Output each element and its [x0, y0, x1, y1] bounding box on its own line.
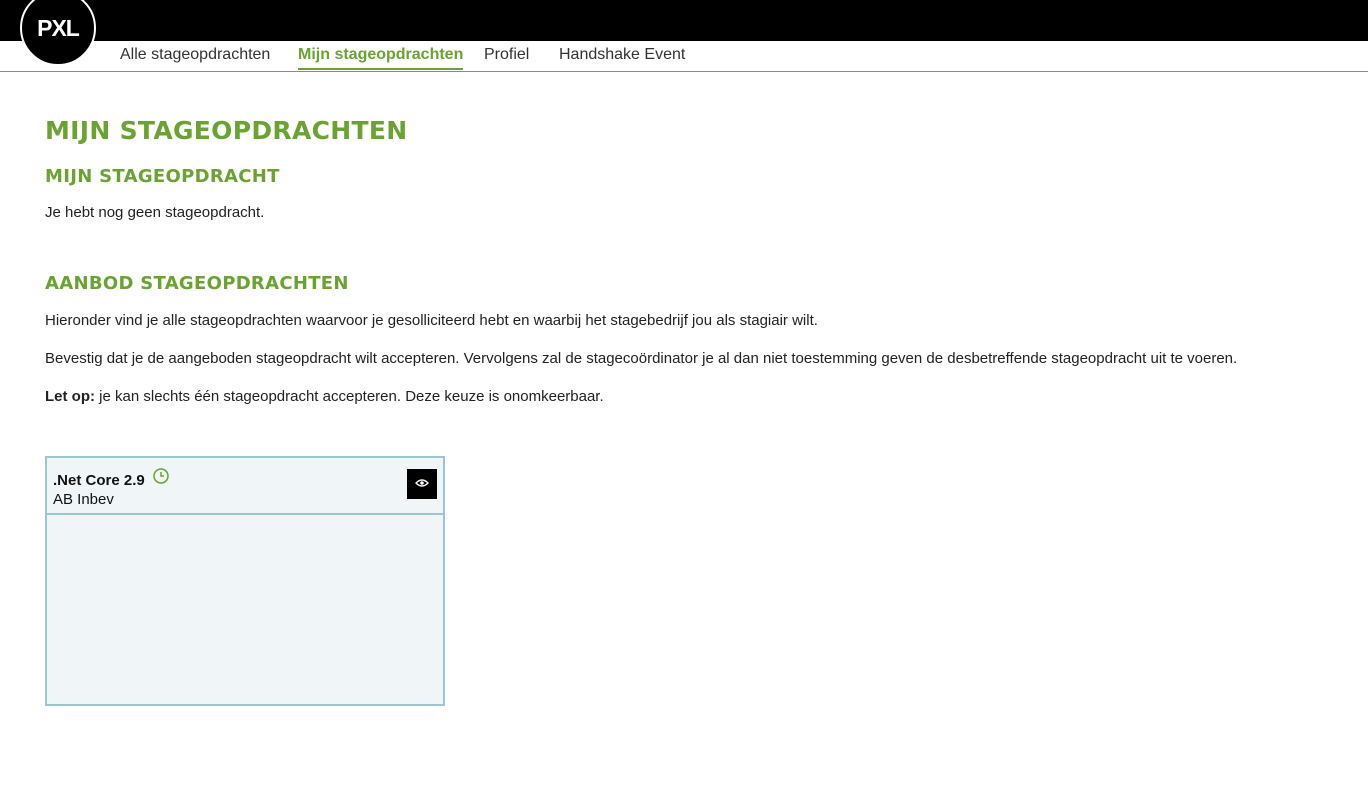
eye-icon — [415, 475, 429, 493]
aanbod-note: Let op: je kan slechts één stageopdracht… — [45, 388, 604, 405]
main-nav: Alle stageopdrachten Mijn stageopdrachte… — [0, 41, 1368, 72]
section-title-mijn-stageopdracht: MIJN STAGEOPDRACHT — [45, 166, 280, 187]
note-text: je kan slechts één stageopdracht accepte… — [95, 388, 604, 405]
clock-icon — [153, 468, 169, 484]
note-label: Let op: — [45, 388, 95, 405]
card-header: .Net Core 2.9 AB Inbev — [47, 458, 443, 515]
view-details-button[interactable] — [407, 469, 437, 499]
page-title: MIJN STAGEOPDRACHTEN — [45, 116, 408, 145]
card-title: .Net Core 2.9 — [53, 472, 145, 489]
assignment-card: .Net Core 2.9 AB Inbev — [45, 456, 445, 706]
nav-profiel[interactable]: Profiel — [484, 46, 529, 64]
top-bar — [0, 0, 1368, 41]
aanbod-intro-text: Hieronder vind je alle stageopdrachten w… — [45, 312, 818, 329]
section-title-aanbod: AANBOD STAGEOPDRACHTEN — [45, 273, 349, 294]
nav-alle-stageopdrachten[interactable]: Alle stageopdrachten — [120, 46, 270, 64]
nav-handshake-event[interactable]: Handshake Event — [559, 46, 685, 64]
card-company: AB Inbev — [53, 491, 114, 508]
nav-mijn-stageopdrachten[interactable]: Mijn stageopdrachten — [298, 46, 464, 70]
aanbod-confirm-text: Bevestig dat je de aangeboden stageopdra… — [45, 350, 1238, 367]
no-assignment-text: Je hebt nog geen stageopdracht. — [45, 204, 265, 221]
